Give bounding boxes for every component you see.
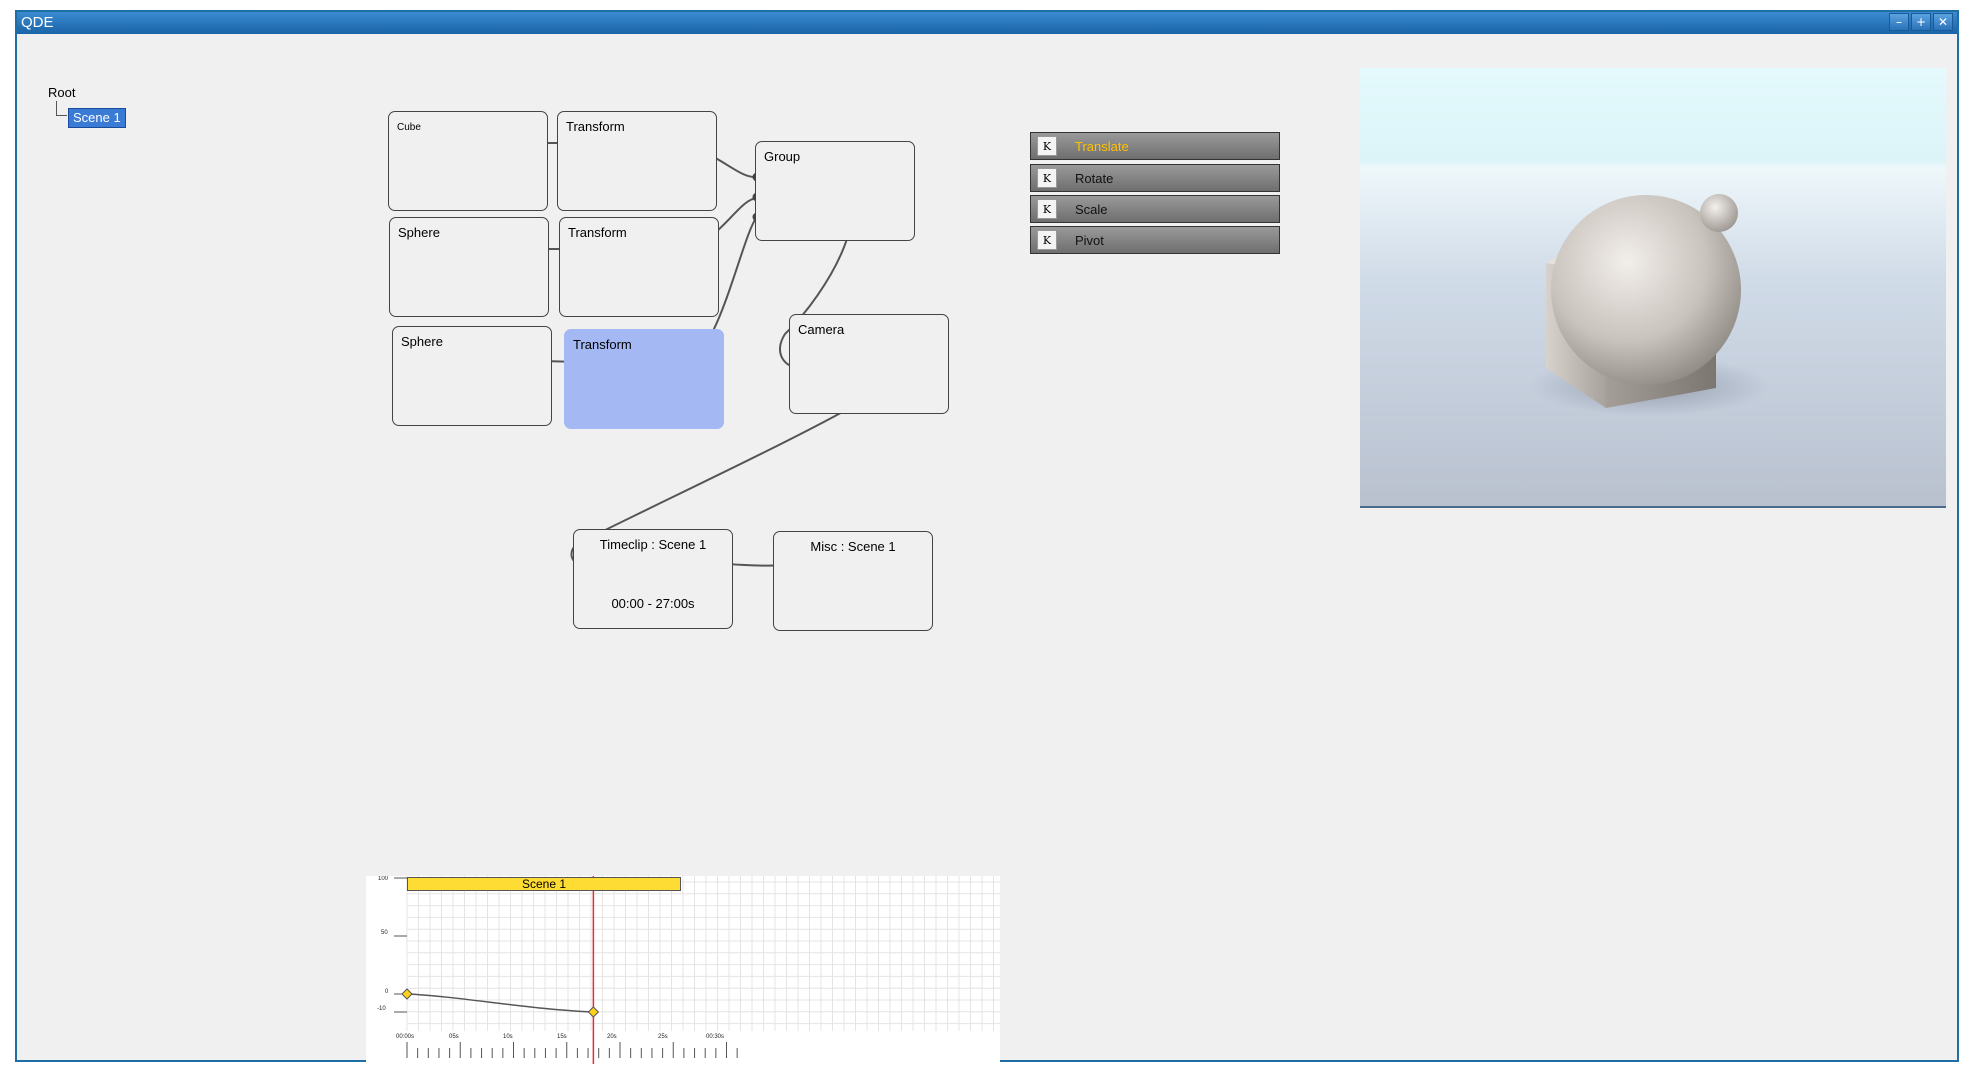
node-transform-2[interactable]: Transform bbox=[559, 217, 719, 317]
node-misc[interactable]: Misc : Scene 1 bbox=[773, 531, 933, 631]
x-tick-25: 25s bbox=[658, 1034, 668, 1040]
main-content: Root Scene 1 Cube Transform Sphere Trans… bbox=[17, 34, 1957, 1064]
node-transform-3[interactable]: Transform bbox=[564, 329, 724, 429]
keyframe-toggle-scale[interactable]: K bbox=[1037, 199, 1057, 219]
y-tick-100: 100 bbox=[378, 876, 389, 882]
maximize-button[interactable]: + bbox=[1911, 13, 1931, 31]
x-tick-5: 05s bbox=[449, 1034, 459, 1040]
keyframe-toggle-translate[interactable]: K bbox=[1037, 136, 1057, 156]
x-tick-30: 00:30s bbox=[706, 1034, 725, 1040]
node-group-label: Group bbox=[764, 149, 801, 164]
tool-pivot-label: Pivot bbox=[1075, 233, 1104, 248]
x-tick-0: 00:00s bbox=[396, 1034, 415, 1040]
keyframe-1[interactable] bbox=[587, 1006, 600, 1018]
tool-rotate-button[interactable]: K Rotate bbox=[1030, 164, 1280, 192]
window-title: QDE bbox=[21, 14, 54, 31]
y-tick-50: 50 bbox=[381, 930, 388, 936]
small-sphere bbox=[1700, 194, 1738, 232]
x-tick-20: 20s bbox=[607, 1034, 617, 1040]
node-misc-label: Misc : Scene 1 bbox=[810, 539, 896, 554]
keyframe-toggle-pivot[interactable]: K bbox=[1037, 230, 1057, 250]
node-sphere-1-label: Sphere bbox=[398, 225, 440, 240]
x-tick-10: 10s bbox=[503, 1034, 513, 1040]
tool-scale-label: Scale bbox=[1075, 202, 1108, 217]
tool-translate-label: Translate bbox=[1075, 139, 1129, 154]
close-button[interactable]: ✕ bbox=[1933, 13, 1953, 31]
node-timeclip-range: 00:00 - 27:00s bbox=[611, 596, 695, 611]
node-transform-1[interactable]: Transform bbox=[557, 111, 717, 211]
3d-viewport[interactable] bbox=[1360, 68, 1946, 508]
node-cube-label: Cube bbox=[397, 122, 421, 133]
node-sphere-2[interactable]: Sphere bbox=[392, 326, 552, 426]
minimize-button[interactable]: – bbox=[1889, 13, 1909, 31]
tool-pivot-button[interactable]: K Pivot bbox=[1030, 226, 1280, 254]
scene-render bbox=[1530, 194, 1770, 416]
node-timeclip-label: Timeclip : Scene 1 bbox=[599, 537, 707, 552]
title-bar[interactable]: QDE – + ✕ bbox=[17, 12, 1957, 34]
animation-curve[interactable] bbox=[406, 993, 594, 1013]
timeline-clip-scene-1[interactable]: Scene 1 bbox=[407, 877, 681, 891]
node-transform-1-label: Transform bbox=[566, 119, 625, 134]
app-window: QDE – + ✕ Root Scene 1 Cube Transform Sp… bbox=[15, 10, 1959, 1064]
tool-translate-button[interactable]: K Translate bbox=[1030, 132, 1280, 160]
node-sphere-1[interactable]: Sphere bbox=[389, 217, 549, 317]
timeline-panel[interactable]: Scene 1 100 50 0 -10 00:00s 05s 10s 15s … bbox=[366, 876, 1000, 1064]
keyframe-0[interactable] bbox=[401, 988, 413, 1000]
timeline-grid bbox=[394, 876, 1000, 1064]
tool-rotate-label: Rotate bbox=[1075, 171, 1114, 186]
tree-connector bbox=[56, 101, 67, 116]
node-camera[interactable]: Camera bbox=[789, 314, 949, 414]
tree-item-scene-1[interactable]: Scene 1 bbox=[68, 108, 126, 128]
node-transform-3-label: Transform bbox=[573, 337, 632, 352]
node-cube[interactable]: Cube bbox=[388, 111, 548, 211]
x-tick-15: 15s bbox=[557, 1034, 567, 1040]
node-timeclip[interactable]: Timeclip : Scene 1 00:00 - 27:00s bbox=[573, 529, 733, 629]
node-camera-label: Camera bbox=[798, 322, 845, 337]
node-transform-2-label: Transform bbox=[568, 225, 627, 240]
node-group[interactable]: Group bbox=[755, 141, 915, 241]
y-tick-minus-10: -10 bbox=[377, 1006, 386, 1012]
node-sphere-2-label: Sphere bbox=[401, 334, 443, 349]
tree-root[interactable]: Root bbox=[48, 85, 75, 100]
keyframe-toggle-rotate[interactable]: K bbox=[1037, 168, 1057, 188]
y-tick-0: 0 bbox=[385, 989, 389, 995]
tool-scale-button[interactable]: K Scale bbox=[1030, 195, 1280, 223]
